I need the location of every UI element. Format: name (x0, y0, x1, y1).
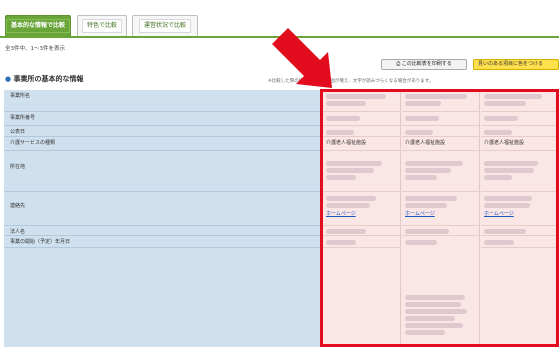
tab-features[interactable]: 特色で比較 (77, 15, 127, 36)
facility-publish-date-cell (323, 126, 401, 137)
row-label-corporation: 法人名 (4, 226, 321, 236)
row-label-service-type: 介護サービスの種類 (4, 137, 321, 151)
facility-corporation-cell (402, 226, 480, 236)
facility-number-cell (323, 112, 401, 126)
facility-number-cell (402, 112, 480, 126)
row-label-start-date: 事業の開始（予定）年月日 (4, 236, 321, 248)
facility-service-type-cell: 介護老人福祉施設 (481, 137, 559, 151)
bullet-icon: ● (5, 75, 12, 83)
row-label-contact: 連絡先 (4, 192, 321, 226)
facility-service-type-cell: 介護老人福祉施設 (323, 137, 401, 151)
facility-publish-date-cell (481, 126, 559, 137)
facility-homepage-link[interactable]: ホームページ (484, 211, 514, 217)
facility-contact-cell: ホームページ (323, 192, 401, 226)
facility-column: 介護老人福祉施設 ホームページ (323, 90, 401, 347)
facility-service-type: 介護老人福祉施設 (405, 140, 446, 146)
section-title-text: 事業所の基本的な情報 (13, 75, 84, 83)
comparison-table: 事業所名 事業所番号 公表日 介護サービスの種類 所在地 連絡先 法人名 事業の… (4, 90, 559, 347)
result-count-text: 全3件中、1〜3件を表示 (5, 46, 65, 52)
row-label-address: 所在地 (4, 151, 321, 192)
row-label-publish-date: 公表日 (4, 126, 321, 137)
facility-service-type: 介護老人福祉施設 (326, 140, 367, 146)
facility-number-cell (481, 112, 559, 126)
tab-operation-status[interactable]: 運営状況で比較 (132, 15, 198, 36)
row-label-office-number: 事業所番号 (4, 112, 321, 126)
facility-corporation-cell (481, 226, 559, 236)
facility-publish-date-cell (402, 126, 480, 137)
facility-name-cell (402, 90, 480, 112)
tab-basic-info[interactable]: 基本的な情報で比較 (5, 15, 71, 36)
section-title: ● 事業所の基本的な情報 (5, 74, 84, 84)
facility-start-date-cell (481, 236, 559, 248)
print-comparison-label: この比較表を印刷する (401, 61, 452, 67)
facility-start-date-cell (323, 236, 401, 248)
facility-name-cell (481, 90, 559, 112)
tab-basic-info-label: 基本的な情報で比較 (6, 19, 70, 33)
facility-homepage-link[interactable]: ホームページ (326, 211, 356, 217)
facility-homepage-link[interactable]: ホームページ (405, 211, 435, 217)
facility-start-date-cell (402, 236, 480, 347)
highlight-items-button[interactable]: 見いのある項目に色をつける (473, 59, 559, 70)
tab-operation-status-label: 運営状況で比較 (138, 19, 191, 33)
facility-column: 介護老人福祉施設 ホームページ (402, 90, 480, 347)
facility-address-cell (481, 151, 559, 192)
facility-column: 介護老人福祉施設 ホームページ (481, 90, 559, 347)
print-comparison-button[interactable]: ⎙ この比較表を印刷する (381, 59, 467, 70)
facility-corporation-cell (323, 226, 401, 236)
facility-address-cell (402, 151, 480, 192)
facility-service-type-cell: 介護老人福祉施設 (402, 137, 480, 151)
comparison-data-area: 介護老人福祉施設 ホームページ 介護老人福祉施設 ホームページ 介護老人福祉施設… (323, 90, 559, 347)
facility-address-cell (323, 151, 401, 192)
annotation-arrow-icon (272, 28, 332, 88)
highlight-items-label: 見いのある項目に色をつける (478, 61, 544, 67)
row-label-column: 事業所名 事業所番号 公表日 介護サービスの種類 所在地 連絡先 法人名 事業の… (4, 90, 321, 347)
facility-contact-cell: ホームページ (481, 192, 559, 226)
facility-contact-cell: ホームページ (402, 192, 480, 226)
facility-service-type: 介護老人福祉施設 (484, 140, 525, 146)
tab-features-label: 特色で比較 (81, 19, 122, 33)
